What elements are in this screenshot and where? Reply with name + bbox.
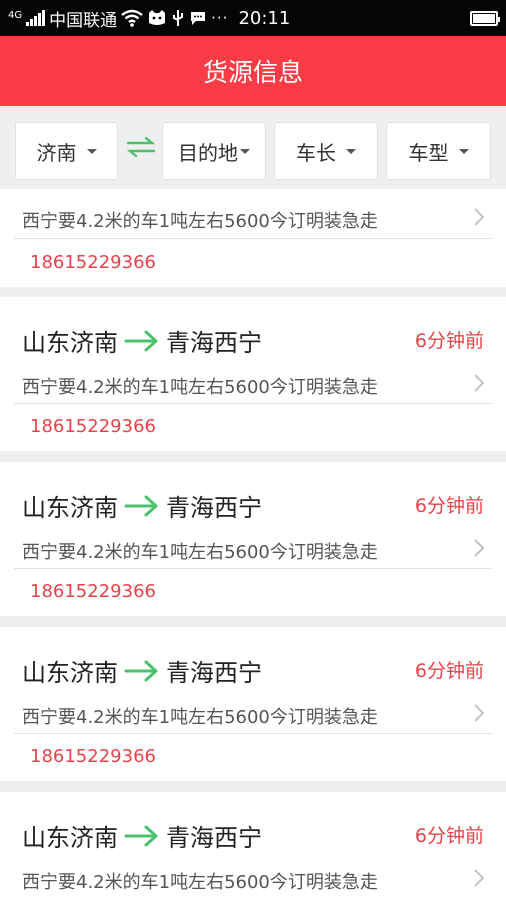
chevron-right-icon bbox=[474, 869, 485, 887]
destination-filter[interactable]: 目的地 bbox=[162, 122, 266, 180]
status-time: 20:11 bbox=[238, 7, 291, 29]
route-origin: 山东济南 bbox=[22, 494, 118, 522]
chevron-down-icon bbox=[346, 148, 356, 154]
route-origin: 山东济南 bbox=[22, 824, 118, 852]
cargo-card[interactable]: 山东济南 青海西宁 6分钟前 西宁要4.2米的车1吨左右5600今订明装急走 bbox=[0, 792, 506, 900]
route: 山东济南 青海西宁 bbox=[22, 653, 262, 688]
chevron-right-icon bbox=[474, 539, 485, 557]
cargo-description: 西宁要4.2米的车1吨左右5600今订明装急走 bbox=[22, 377, 378, 398]
card-divider bbox=[14, 733, 492, 734]
destination-filter-label: 目的地 bbox=[178, 140, 238, 165]
arrow-right-icon bbox=[124, 330, 158, 351]
route-destination: 青海西宁 bbox=[166, 494, 262, 522]
posted-time: 6分钟前 bbox=[414, 825, 484, 847]
card-divider bbox=[14, 403, 492, 404]
vehicle-type-filter-label: 车型 bbox=[408, 140, 449, 165]
signal-icon bbox=[26, 10, 46, 26]
usb-icon bbox=[173, 10, 184, 26]
contact-phone[interactable]: 18615229366 bbox=[30, 416, 156, 437]
network-type: 4G bbox=[8, 9, 23, 21]
chevron-right-icon bbox=[474, 374, 485, 392]
cargo-description: 西宁要4.2米的车1吨左右5600今订明装急走 bbox=[22, 707, 378, 728]
page-title: 货源信息 bbox=[202, 58, 303, 87]
cargo-description: 西宁要4.2米的车1吨左右5600今订明装急走 bbox=[22, 872, 378, 893]
more-icon: ··· bbox=[211, 9, 229, 27]
route: 山东济南 青海西宁 bbox=[22, 488, 262, 523]
cargo-description: 西宁要4.2米的车1吨左右5600今订明装急走 bbox=[22, 211, 378, 232]
route: 山东济南 青海西宁 bbox=[22, 818, 262, 853]
origin-filter-label: 济南 bbox=[36, 140, 77, 165]
swap-arrows-icon[interactable] bbox=[124, 132, 158, 162]
chevron-down-icon bbox=[240, 148, 250, 154]
route-origin: 山东济南 bbox=[22, 659, 118, 687]
cargo-card[interactable]: 山东济南 青海西宁 6分钟前 西宁要4.2米的车1吨左右5600今订明装急走 1… bbox=[0, 627, 506, 781]
chat-icon bbox=[191, 12, 206, 25]
route-origin: 山东济南 bbox=[22, 329, 118, 357]
posted-time: 6分钟前 bbox=[414, 495, 484, 517]
route: 山东济南 青海西宁 bbox=[22, 323, 262, 358]
length-filter[interactable]: 车长 bbox=[274, 122, 378, 180]
vehicle-type-filter[interactable]: 车型 bbox=[386, 122, 491, 180]
route-destination: 青海西宁 bbox=[166, 659, 262, 687]
cargo-card[interactable]: 山东济南 青海西宁 6分钟前 西宁要4.2米的车1吨左右5600今订明装急走 1… bbox=[0, 462, 506, 616]
origin-filter[interactable]: 济南 bbox=[15, 122, 118, 180]
arrow-right-icon bbox=[124, 495, 158, 516]
wifi-icon bbox=[121, 9, 143, 27]
card-divider bbox=[14, 238, 492, 239]
cargo-description: 西宁要4.2米的车1吨左右5600今订明装急走 bbox=[22, 542, 378, 563]
arrow-right-icon bbox=[124, 825, 158, 846]
posted-time: 6分钟前 bbox=[414, 660, 484, 682]
route-destination: 青海西宁 bbox=[166, 824, 262, 852]
chevron-down-icon bbox=[458, 148, 469, 154]
carrier-name: 中国联通 bbox=[49, 10, 118, 31]
route-destination: 青海西宁 bbox=[166, 329, 262, 357]
card-divider bbox=[14, 568, 492, 569]
contact-phone[interactable]: 18615229366 bbox=[30, 581, 156, 602]
battery-icon bbox=[470, 10, 500, 26]
arrow-right-icon bbox=[124, 660, 158, 681]
length-filter-label: 车长 bbox=[296, 140, 336, 165]
app-header: 货源信息 bbox=[0, 36, 506, 106]
chevron-down-icon bbox=[86, 148, 97, 154]
contact-phone[interactable]: 18615229366 bbox=[30, 746, 156, 767]
cargo-card[interactable]: 西宁要4.2米的车1吨左右5600今订明装急走 18615229366 bbox=[0, 189, 506, 287]
status-bar: 4G 中国联通 ··· 20:11 bbox=[0, 0, 506, 36]
contact-phone[interactable]: 18615229366 bbox=[30, 252, 156, 273]
cargo-card[interactable]: 山东济南 青海西宁 6分钟前 西宁要4.2米的车1吨左右5600今订明装急走 1… bbox=[0, 297, 506, 451]
chevron-right-icon bbox=[474, 704, 485, 722]
cat-icon bbox=[149, 10, 166, 25]
posted-time: 6分钟前 bbox=[414, 330, 484, 352]
chevron-right-icon bbox=[474, 208, 485, 226]
